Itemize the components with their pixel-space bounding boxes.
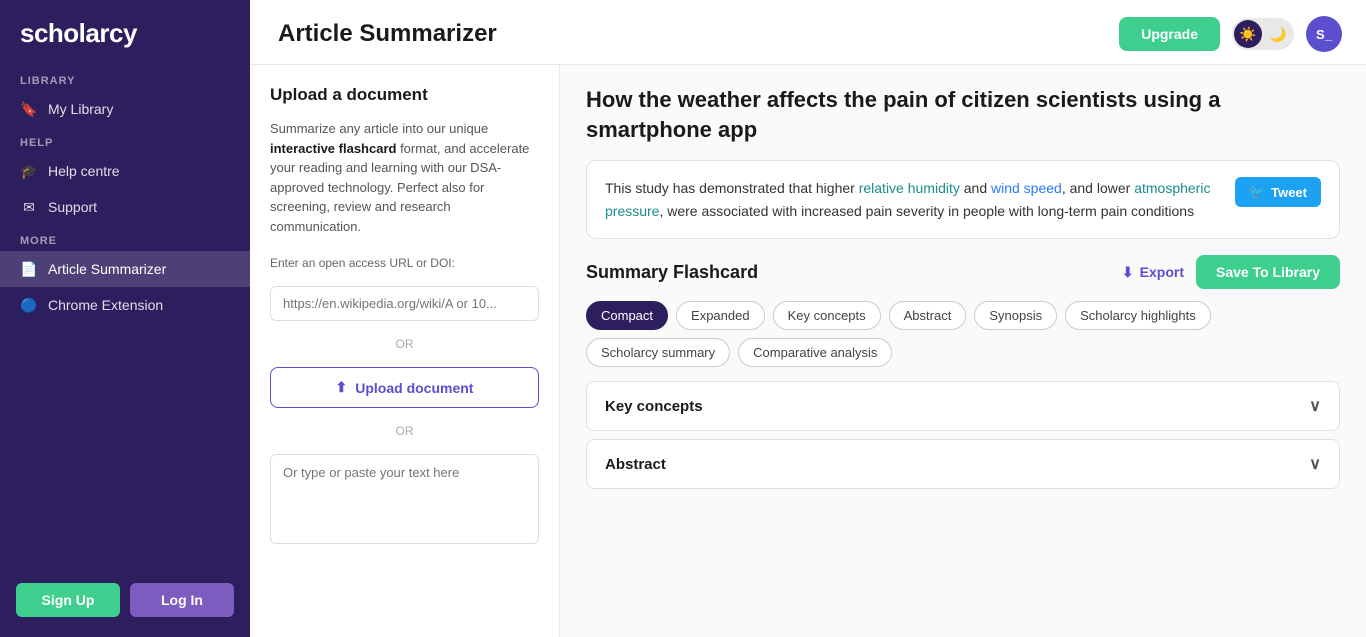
- tweet-label: Tweet: [1271, 185, 1307, 200]
- content-area: Upload a document Summarize any article …: [250, 65, 1366, 637]
- twitter-icon: 🐦: [1249, 184, 1265, 200]
- sidebar-item-label: Chrome Extension: [48, 297, 163, 313]
- accordion-key-concepts: Key concepts ∨: [586, 381, 1340, 431]
- export-icon: ⬇: [1122, 264, 1134, 281]
- sidebar-item-support[interactable]: ✉ Support: [0, 189, 250, 225]
- chevron-down-icon-2: ∨: [1309, 454, 1321, 474]
- summary-card: This study has demonstrated that higher …: [586, 160, 1340, 239]
- graduation-icon: 🎓: [20, 162, 38, 180]
- flashcard-title: Summary Flashcard: [586, 262, 758, 283]
- tab-key-concepts[interactable]: Key concepts: [773, 301, 881, 330]
- dark-mode-button[interactable]: 🌙: [1264, 20, 1292, 48]
- upload-description: Summarize any article into our unique in…: [270, 119, 539, 236]
- article-title: How the weather affects the pain of citi…: [586, 85, 1340, 144]
- tab-expanded[interactable]: Expanded: [676, 301, 765, 330]
- url-input[interactable]: [270, 286, 539, 321]
- tab-comparative-analysis[interactable]: Comparative analysis: [738, 338, 892, 367]
- flashcard-header: Summary Flashcard ⬇ Export Save To Libra…: [586, 255, 1340, 289]
- summary-text-3: , and lower: [1062, 180, 1134, 196]
- accordion-abstract-header[interactable]: Abstract ∨: [587, 440, 1339, 488]
- tab-abstract[interactable]: Abstract: [889, 301, 967, 330]
- signup-button[interactable]: Sign Up: [16, 583, 120, 617]
- upload-document-button[interactable]: ⬆ Upload document: [270, 367, 539, 408]
- sidebar-section-library: LIBRARY: [0, 65, 250, 91]
- sidebar-section-more: MORE: [0, 225, 250, 251]
- sidebar-item-label: Article Summarizer: [48, 261, 166, 277]
- sidebar-section-help: HELP: [0, 127, 250, 153]
- app-logo: scholarcy: [0, 0, 250, 65]
- upload-section-title: Upload a document: [270, 85, 539, 105]
- topbar-right: Upgrade ☀️ 🌙 S_: [1119, 16, 1342, 52]
- sidebar-item-help-centre[interactable]: 🎓 Help centre: [0, 153, 250, 189]
- mail-icon: ✉: [20, 198, 38, 216]
- document-icon: 📄: [20, 260, 38, 278]
- tab-scholarcy-highlights[interactable]: Scholarcy highlights: [1065, 301, 1211, 330]
- left-panel: Upload a document Summarize any article …: [250, 65, 560, 637]
- chevron-down-icon: ∨: [1309, 396, 1321, 416]
- accordion-key-concepts-label: Key concepts: [605, 398, 703, 415]
- link-relative-humidity[interactable]: relative humidity: [859, 180, 960, 196]
- accordion-abstract-label: Abstract: [605, 456, 666, 473]
- sidebar-item-label: Help centre: [48, 163, 120, 179]
- link-wind-speed[interactable]: wind speed: [991, 180, 1062, 196]
- sidebar-item-chrome-extension[interactable]: 🔵 Chrome Extension: [0, 287, 250, 323]
- export-button[interactable]: ⬇ Export: [1122, 264, 1184, 281]
- right-panel: How the weather affects the pain of citi…: [560, 65, 1366, 637]
- summary-text: This study has demonstrated that higher …: [605, 177, 1219, 222]
- or-divider-2: OR: [270, 424, 539, 438]
- or-divider-1: OR: [270, 337, 539, 351]
- sidebar-item-label: My Library: [48, 101, 113, 117]
- summary-text-2: and: [960, 180, 991, 196]
- page-title: Article Summarizer: [278, 20, 497, 48]
- tab-compact[interactable]: Compact: [586, 301, 668, 330]
- upload-icon: ⬆: [336, 379, 348, 396]
- summary-text-1: This study has demonstrated that higher: [605, 180, 859, 196]
- main-area: Article Summarizer Upgrade ☀️ 🌙 S_ Uploa…: [250, 0, 1366, 637]
- sidebar-item-my-library[interactable]: 🔖 My Library: [0, 91, 250, 127]
- accordion-abstract: Abstract ∨: [586, 439, 1340, 489]
- chrome-icon: 🔵: [20, 296, 38, 314]
- upgrade-button[interactable]: Upgrade: [1119, 17, 1220, 51]
- sidebar-item-label: Support: [48, 199, 97, 215]
- tab-scholarcy-summary[interactable]: Scholarcy summary: [586, 338, 730, 367]
- flashcard-actions: ⬇ Export Save To Library: [1122, 255, 1340, 289]
- sidebar-item-article-summarizer[interactable]: 📄 Article Summarizer: [0, 251, 250, 287]
- theme-toggle: ☀️ 🌙: [1232, 18, 1294, 50]
- save-to-library-button[interactable]: Save To Library: [1196, 255, 1340, 289]
- login-button[interactable]: Log In: [130, 583, 234, 617]
- accordion-key-concepts-header[interactable]: Key concepts ∨: [587, 382, 1339, 430]
- url-label: Enter an open access URL or DOI:: [270, 256, 539, 270]
- tab-bar: Compact Expanded Key concepts Abstract S…: [586, 301, 1340, 367]
- sidebar: scholarcy LIBRARY 🔖 My Library HELP 🎓 He…: [0, 0, 250, 637]
- export-label: Export: [1140, 264, 1184, 280]
- bookmark-icon: 🔖: [20, 100, 38, 118]
- avatar: S_: [1306, 16, 1342, 52]
- upload-button-label: Upload document: [355, 380, 473, 396]
- text-input[interactable]: [270, 454, 539, 544]
- desc-plain: Summarize any article into our unique: [270, 121, 488, 136]
- tab-synopsis[interactable]: Synopsis: [974, 301, 1057, 330]
- topbar: Article Summarizer Upgrade ☀️ 🌙 S_: [250, 0, 1366, 65]
- light-mode-button[interactable]: ☀️: [1234, 20, 1262, 48]
- tweet-button[interactable]: 🐦 Tweet: [1235, 177, 1321, 207]
- summary-text-4: , were associated with increased pain se…: [659, 203, 1194, 219]
- desc-bold: interactive flashcard: [270, 141, 396, 156]
- sidebar-auth-buttons: Sign Up Log In: [0, 567, 250, 637]
